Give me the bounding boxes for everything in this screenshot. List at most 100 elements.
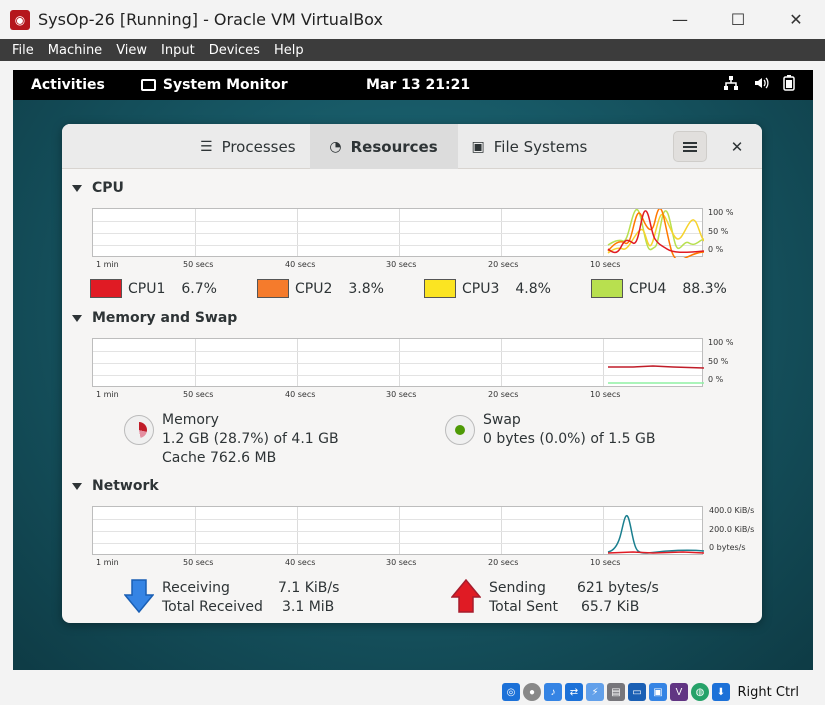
graph-x-tick: 20 secs [488, 558, 519, 567]
tab-file-systems[interactable]: ▣ File Systems [458, 124, 602, 169]
expander-icon [72, 314, 82, 322]
tab-resources[interactable]: ◔ Resources [309, 124, 458, 169]
graph-x-tick: 30 secs [386, 260, 417, 269]
network-adapter-icon[interactable]: ⇄ [565, 683, 583, 701]
sending-info: Sending Total Sent 621 bytes/s 65.7 KiB [451, 579, 659, 617]
receiving-label: Receiving [162, 580, 230, 596]
graph-x-tick: 1 min [96, 390, 119, 399]
cpu-y-tick: 100 % [708, 208, 734, 217]
clock[interactable]: Mar 13 21:21 [366, 77, 470, 93]
menu-view[interactable]: View [109, 43, 154, 58]
focused-app-label: System Monitor [162, 77, 288, 93]
cpu-legend-item[interactable]: CPU3 4.8% [424, 279, 591, 298]
cpu2-color-swatch[interactable] [257, 279, 289, 298]
memory-label: Memory [162, 412, 219, 428]
tab-processes[interactable]: ☰ Processes [186, 124, 310, 169]
cpu-legend-item[interactable]: CPU4 88.3% [591, 279, 758, 298]
receiving-line [607, 514, 704, 554]
graph-plot [607, 209, 704, 258]
menu-input[interactable]: Input [154, 43, 202, 58]
cpu-section-header[interactable]: CPU [72, 180, 124, 196]
tab-processes-label: Processes [221, 137, 296, 156]
graph-x-tick: 20 secs [488, 260, 519, 269]
receiving-info: Receiving Total Received 7.1 KiB/s 3.1 M… [124, 579, 339, 617]
system-monitor-window: ☰ Processes ◔ Resources ▣ File Systems ✕… [62, 124, 762, 623]
shared-folder-icon[interactable]: ▤ [607, 683, 625, 701]
system-monitor-icon [140, 79, 156, 91]
cpu-y-tick: 0 % [708, 245, 724, 254]
minimize-button[interactable]: — [651, 0, 709, 39]
expander-icon [72, 184, 82, 192]
cpu4-color-swatch[interactable] [591, 279, 623, 298]
host-status-bar: ◎ ● ♪ ⇄ ⚡ ▤ ▭ ▣ V ◍ ⬇ Right Ctrl [0, 681, 825, 705]
network-y-tick: 400.0 KiB/s [709, 506, 755, 515]
cpu-indicator-icon[interactable]: V [670, 683, 688, 701]
swap-pie-icon[interactable] [445, 415, 475, 445]
graph-x-tick: 50 secs [183, 260, 214, 269]
main-menu-button[interactable] [673, 131, 707, 162]
memory-section-header[interactable]: Memory and Swap [72, 310, 237, 326]
audio-icon[interactable]: ♪ [544, 683, 562, 701]
usb-icon[interactable]: ⚡ [586, 683, 604, 701]
memory-line [608, 365, 704, 369]
cpu-section-title: CPU [92, 180, 124, 196]
cpu3-color-swatch[interactable] [424, 279, 456, 298]
disk-icon[interactable]: ● [523, 683, 541, 701]
upload-arrow-icon [451, 579, 481, 613]
swap-label: Swap [483, 412, 521, 428]
activities-button[interactable]: Activities [31, 77, 105, 93]
focused-app-menu[interactable]: System Monitor [140, 77, 288, 93]
tab-resources-label: Resources [350, 137, 438, 156]
cpu4-percent: 88.3% [682, 280, 727, 297]
memory-cache: Cache 762.6 MB [162, 450, 277, 466]
cpu-legend-item[interactable]: CPU1 6.7% [90, 279, 257, 298]
network-section-title: Network [92, 478, 159, 494]
cpu1-name: CPU1 [128, 280, 166, 297]
menu-machine[interactable]: Machine [41, 43, 109, 58]
view-switcher: ☰ Processes ◔ Resources ▣ File Systems [186, 124, 601, 169]
memory-pie-icon[interactable] [124, 415, 154, 445]
mouse-integration-icon[interactable]: ◍ [691, 683, 709, 701]
memory-history-graph [92, 338, 704, 387]
graph-x-tick: 20 secs [488, 390, 519, 399]
window-close-button[interactable]: ✕ [726, 136, 748, 158]
cpu-legend-item[interactable]: CPU2 3.8% [257, 279, 424, 298]
recording-icon[interactable]: ▣ [649, 683, 667, 701]
graph-x-tick: 10 secs [590, 558, 621, 567]
cpu3-percent: 4.8% [515, 280, 551, 297]
graph-x-tick: 50 secs [183, 558, 214, 567]
menu-devices[interactable]: Devices [202, 43, 267, 58]
host-titlebar: ◉ SysOp-26 [Running] - Oracle VM Virtual… [0, 0, 825, 39]
window-controls: — ☐ ✕ [651, 0, 825, 39]
cpu4-name: CPU4 [629, 280, 667, 297]
guest-display[interactable]: Activities System Monitor Mar 13 21:21 ☰… [13, 70, 813, 670]
menu-help[interactable]: Help [267, 43, 311, 58]
cpu1-color-swatch[interactable] [90, 279, 122, 298]
receiving-value: 7.1 KiB/s [278, 580, 340, 596]
maximize-button[interactable]: ☐ [709, 0, 767, 39]
network-section-header[interactable]: Network [72, 478, 159, 494]
system-tray[interactable] [723, 75, 795, 95]
swap-value: 0 bytes (0.0%) of 1.5 GB [483, 431, 656, 447]
cpu-history-graph [92, 208, 704, 258]
sending-line [607, 551, 704, 554]
menu-file[interactable]: File [0, 43, 41, 58]
graph-plot [607, 514, 704, 554]
graph-plot [608, 365, 704, 384]
display-icon[interactable]: ▭ [628, 683, 646, 701]
graph-x-tick: 40 secs [285, 260, 316, 269]
memory-section-title: Memory and Swap [92, 310, 238, 326]
gauge-icon: ◔ [329, 138, 342, 155]
graph-x-tick: 40 secs [285, 558, 316, 567]
optical-drive-icon[interactable]: ◎ [502, 683, 520, 701]
graph-x-tick: 30 secs [386, 390, 417, 399]
network-y-tick: 0 bytes/s [709, 543, 746, 552]
cpu2-line [607, 209, 704, 258]
battery-icon [783, 75, 795, 95]
cpu-y-tick: 50 % [708, 227, 729, 236]
volume-icon [753, 75, 769, 95]
host-key-label: Right Ctrl [737, 685, 800, 700]
keyboard-capture-icon[interactable]: ⬇ [712, 683, 730, 701]
close-button[interactable]: ✕ [767, 0, 825, 39]
total-received-label: Total Received [162, 599, 263, 615]
